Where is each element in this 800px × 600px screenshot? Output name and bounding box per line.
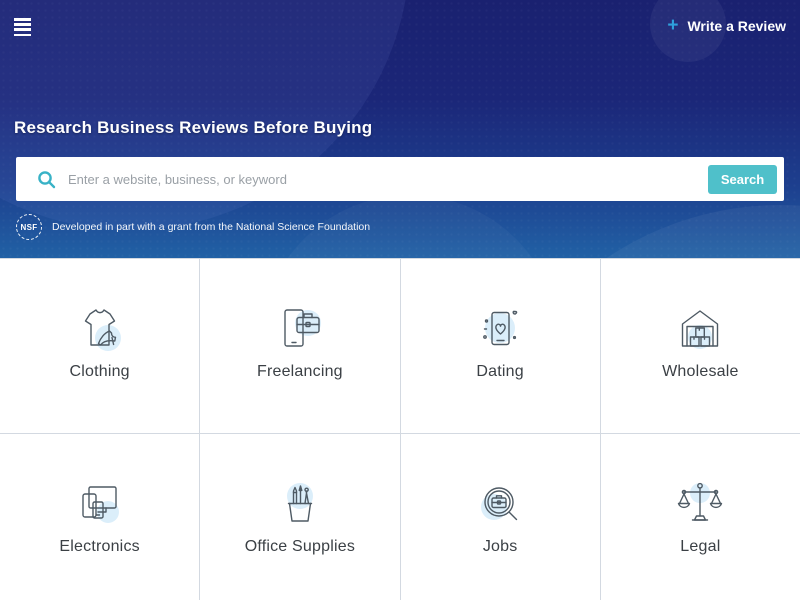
category-label: Dating <box>476 363 523 381</box>
category-card-freelancing[interactable]: Freelancing <box>200 259 399 433</box>
clothing-icon <box>70 300 130 360</box>
category-card-electronics[interactable]: Electronics <box>0 434 199 600</box>
category-label: Electronics <box>59 538 139 556</box>
office-supplies-icon <box>270 475 330 535</box>
category-card-legal[interactable]: Legal <box>601 434 800 600</box>
search-input[interactable] <box>68 157 708 201</box>
hamburger-menu-icon[interactable] <box>14 18 32 39</box>
nsf-grant-note: NSF Developed in part with a grant from … <box>16 214 370 240</box>
search-button[interactable]: Search <box>708 165 777 194</box>
page-title: Research Business Reviews Before Buying <box>14 118 372 138</box>
jobs-icon <box>470 475 530 535</box>
electronics-icon <box>70 475 130 535</box>
dating-icon <box>470 300 530 360</box>
nsf-logo-icon: NSF <box>16 214 42 240</box>
wholesale-icon <box>670 300 730 360</box>
decorative-circle <box>470 205 800 258</box>
category-label: Wholesale <box>662 363 739 381</box>
category-label: Freelancing <box>257 363 343 381</box>
nsf-grant-text: Developed in part with a grant from the … <box>52 221 370 233</box>
category-label: Office Supplies <box>245 538 355 556</box>
search-bar: Search <box>16 157 784 201</box>
category-label: Legal <box>680 538 720 556</box>
plus-icon: + <box>667 16 678 35</box>
category-card-clothing[interactable]: Clothing <box>0 259 199 433</box>
category-card-jobs[interactable]: Jobs <box>401 434 600 600</box>
hero-section: + Write a Review Research Business Revie… <box>0 0 800 258</box>
write-review-label: Write a Review <box>687 18 786 34</box>
write-review-button[interactable]: + Write a Review <box>667 16 786 35</box>
category-card-wholesale[interactable]: Wholesale <box>601 259 800 433</box>
category-card-dating[interactable]: Dating <box>401 259 600 433</box>
category-grid: Clothing Freelancing <box>0 258 800 600</box>
category-card-office-supplies[interactable]: Office Supplies <box>200 434 399 600</box>
legal-icon <box>670 475 730 535</box>
freelancing-icon <box>270 300 330 360</box>
category-label: Jobs <box>483 538 518 556</box>
category-label: Clothing <box>69 363 129 381</box>
search-icon <box>16 170 68 189</box>
